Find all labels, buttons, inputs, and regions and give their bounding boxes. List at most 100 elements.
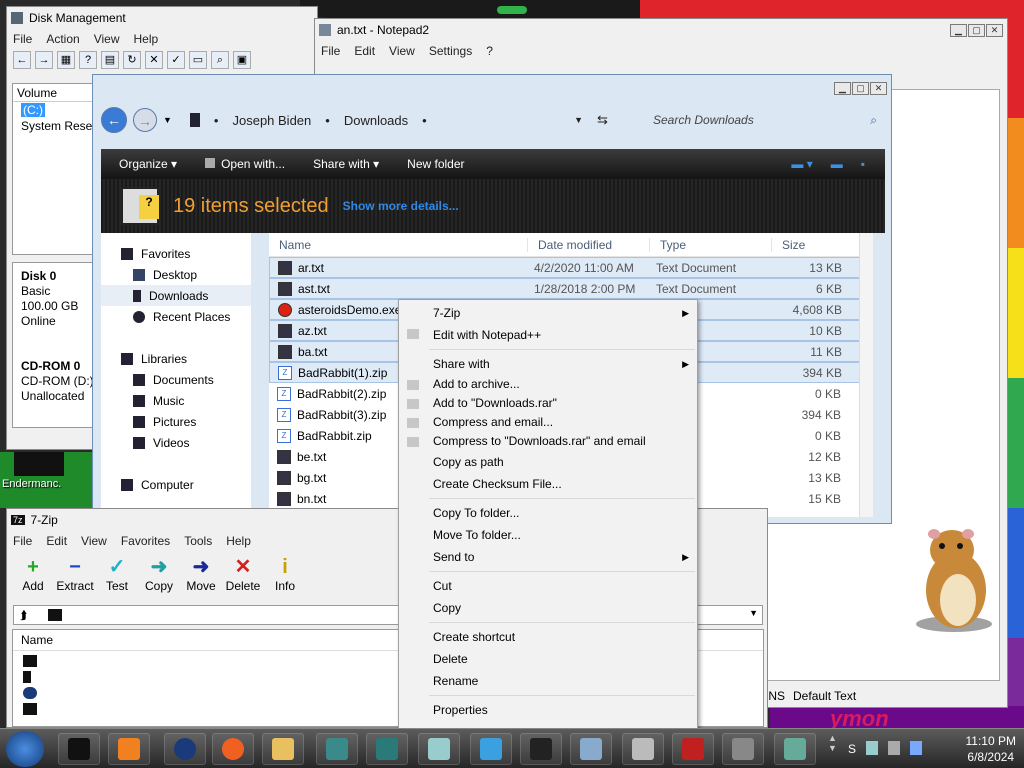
menu-item[interactable]: Copy as path — [399, 451, 697, 473]
taskbar-app-firefox[interactable] — [212, 733, 254, 765]
network-icon[interactable] — [23, 687, 37, 699]
search-icon[interactable]: ⌕ — [870, 113, 877, 128]
minimize-button[interactable]: ▁ — [834, 81, 851, 95]
zip-menu-file[interactable]: File — [13, 534, 32, 548]
new-folder-button[interactable]: New folder — [407, 157, 464, 171]
notepad-menu-settings[interactable]: Settings — [429, 44, 472, 58]
help-icon[interactable]: ▪ — [861, 157, 865, 171]
preview-pane-icon[interactable]: ▬ — [831, 157, 843, 171]
add-button[interactable]: + Add — [17, 555, 49, 593]
menu-item[interactable]: Copy To folder... — [399, 502, 697, 524]
folder-icon[interactable]: ▭ — [189, 51, 207, 69]
close-button[interactable]: ✕ — [986, 23, 1003, 37]
address-bar[interactable]: • Joseph Biden • Downloads • ▼ ⇆ — [178, 112, 608, 128]
column-type[interactable]: Type — [649, 237, 771, 252]
recent-pages-dropdown-icon[interactable]: ▼ — [163, 115, 172, 125]
delete-button[interactable]: ✕ Delete — [226, 555, 261, 593]
tray-icon-2[interactable] — [888, 741, 900, 755]
menu-item[interactable]: Edit with Notepad++ — [399, 324, 697, 346]
path-dropdown-icon[interactable]: ▼ — [749, 608, 758, 618]
open-with-button[interactable]: Open with... — [205, 157, 285, 171]
menu-item[interactable]: Rename — [399, 670, 697, 692]
nav-libraries[interactable]: Libraries — [101, 348, 251, 369]
menu-item[interactable]: Compress and email... — [399, 413, 697, 432]
show-hidden-icons[interactable]: ▲ ▼ — [828, 733, 837, 753]
settings-icon[interactable]: ▣ — [233, 51, 251, 69]
close-button[interactable]: ✕ — [870, 81, 887, 95]
taskbar-app-3[interactable] — [470, 733, 512, 765]
column-date-modified[interactable]: Date modified — [527, 237, 649, 252]
nav-favorites[interactable]: Favorites — [101, 243, 251, 264]
move-button[interactable]: ➜ Move — [185, 555, 217, 593]
notepad-menu-help[interactable]: ? — [486, 44, 493, 58]
notepad-titlebar[interactable]: an.txt - Notepad2 ▁ ▢ ✕ — [315, 19, 1007, 41]
extract-button[interactable]: − Extract — [56, 555, 93, 593]
menu-item[interactable]: Share with ▶ — [399, 353, 697, 375]
forward-arrow-icon[interactable]: → — [35, 51, 53, 69]
menu-item[interactable]: Send to ▶ — [399, 546, 697, 568]
zip-menu-help[interactable]: Help — [226, 534, 251, 548]
disk-menu-view[interactable]: View — [94, 32, 120, 46]
menu-item[interactable]: Delete — [399, 648, 697, 670]
taskbar-app-monitor[interactable] — [520, 733, 562, 765]
explorer-titlebar[interactable]: ▁ ▢ ✕ — [93, 75, 891, 101]
disk-menu-help[interactable]: Help — [134, 32, 159, 46]
zip-menu-edit[interactable]: Edit — [46, 534, 67, 548]
tray-icon-1[interactable] — [866, 741, 878, 755]
drive-icon[interactable] — [23, 671, 31, 683]
volume-icon[interactable] — [910, 741, 922, 755]
test-button[interactable]: ✓ Test — [101, 555, 133, 593]
notepad-menu-view[interactable]: View — [389, 44, 415, 58]
forward-button[interactable]: → — [133, 108, 157, 132]
menu-item[interactable]: Create Checksum File... — [399, 473, 697, 495]
zip-menu-favorites[interactable]: Favorites — [121, 534, 170, 548]
taskbar-app-netscape[interactable] — [366, 733, 408, 765]
nav-pictures[interactable]: Pictures — [101, 411, 251, 432]
minimize-button[interactable]: ▁ — [950, 23, 967, 37]
delete-icon[interactable]: ✕ — [145, 51, 163, 69]
properties-icon[interactable]: ▤ — [101, 51, 119, 69]
help-icon[interactable]: ? — [79, 51, 97, 69]
taskbar-app-xp[interactable] — [722, 733, 764, 765]
menu-item[interactable]: Add to archive... — [399, 375, 697, 394]
disk-menu-action[interactable]: Action — [46, 32, 79, 46]
refresh-icon[interactable]: ⇆ — [597, 112, 608, 128]
column-size[interactable]: Size — [771, 237, 841, 252]
taskbar-app-globe[interactable] — [164, 733, 206, 765]
up-folder-icon[interactable]: ⮭ — [20, 608, 27, 623]
refresh-icon[interactable]: ↻ — [123, 51, 141, 69]
back-button[interactable]: ← — [101, 107, 127, 133]
back-arrow-icon[interactable]: ← — [13, 51, 31, 69]
search-box[interactable]: Search Downloads ⌕ — [645, 108, 885, 132]
menu-item[interactable]: Create shortcut — [399, 626, 697, 648]
taskbar-app-calculator[interactable] — [622, 733, 664, 765]
zip-menu-tools[interactable]: Tools — [184, 534, 212, 548]
notepad-menu-edit[interactable]: Edit — [354, 44, 375, 58]
view-icon[interactable]: ▬ ▾ — [791, 157, 812, 171]
menu-item[interactable]: Add to "Downloads.rar" — [399, 394, 697, 413]
drive-icon[interactable] — [23, 655, 37, 667]
taskbar-app-paint[interactable] — [774, 733, 816, 765]
notepad-menu-file[interactable]: File — [321, 44, 340, 58]
taskbar-app-explorer[interactable] — [262, 733, 304, 765]
organize-button[interactable]: Organize ▾ — [119, 157, 177, 171]
maximize-button[interactable]: ▢ — [852, 81, 869, 95]
nav-music[interactable]: Music — [101, 390, 251, 411]
menu-item[interactable]: Move To folder... — [399, 524, 697, 546]
file-list-scrollbar[interactable] — [859, 233, 873, 517]
taskbar-app-toolbox[interactable] — [672, 733, 714, 765]
start-button[interactable] — [6, 731, 44, 767]
menu-item[interactable]: Copy — [399, 597, 697, 619]
info-button[interactable]: i Info — [269, 555, 301, 593]
disk-menu-file[interactable]: File — [13, 32, 32, 46]
nav-recent-places[interactable]: Recent Places — [101, 306, 251, 327]
menu-item[interactable]: Properties — [399, 699, 697, 721]
nav-desktop[interactable]: Desktop — [101, 264, 251, 285]
nav-computer[interactable]: Computer — [101, 474, 251, 495]
copy-button[interactable]: ➜ Copy — [143, 555, 175, 593]
zip-menu-view[interactable]: View — [81, 534, 107, 548]
taskbar-app-1[interactable] — [58, 733, 100, 765]
taskbar-app-notepad[interactable] — [418, 733, 460, 765]
taskbar-app-cubes[interactable] — [316, 733, 358, 765]
show-more-details-link[interactable]: Show more details... — [343, 199, 459, 213]
